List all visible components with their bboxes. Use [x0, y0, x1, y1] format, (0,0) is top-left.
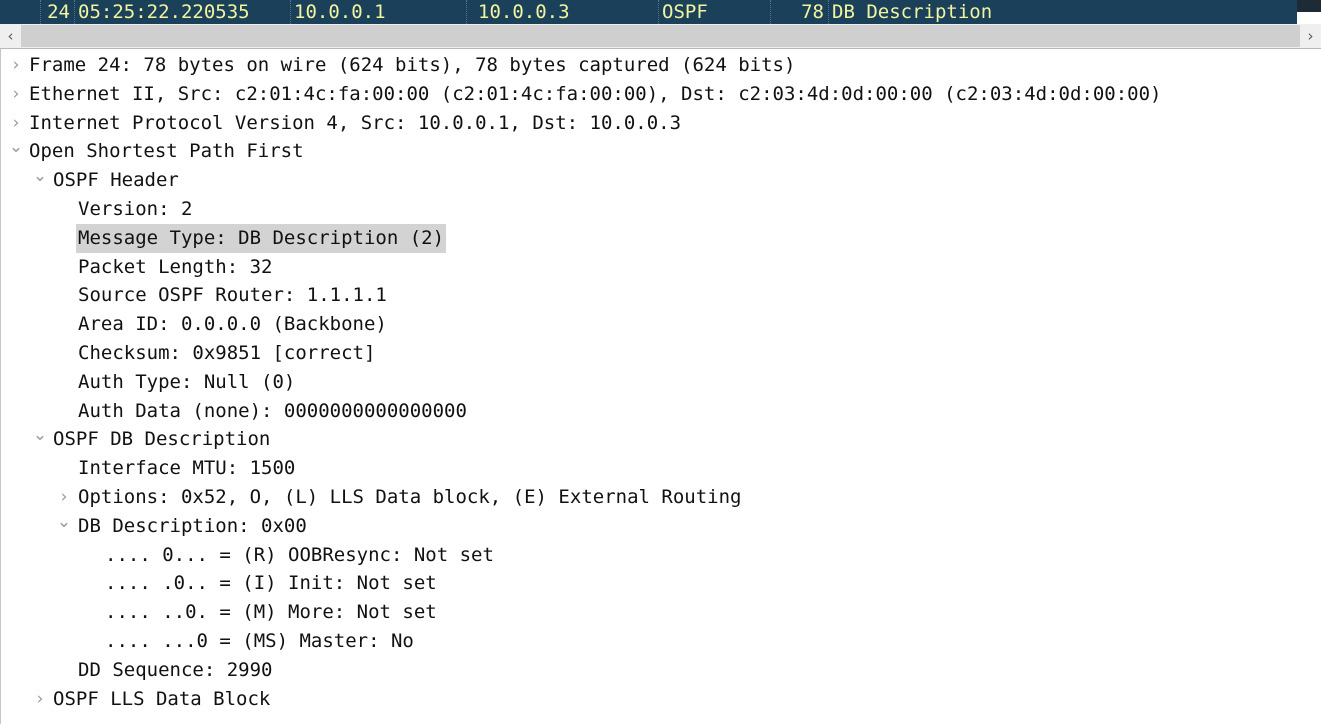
chevron-down-icon[interactable] — [55, 512, 73, 541]
chevron-left-icon[interactable]: ‹ — [0, 24, 21, 48]
column-divider[interactable] — [658, 0, 659, 24]
tree-row-label: Packet Length: 32 — [78, 255, 273, 278]
chevron-down-icon[interactable] — [31, 425, 49, 454]
tree-row-label: .... 0... = (R) OOBResync: Not set — [105, 543, 494, 566]
column-divider[interactable] — [290, 0, 291, 24]
tree-row[interactable]: Ethernet II, Src: c2:01:4c:fa:00:00 (c2:… — [1, 80, 1321, 109]
tree-row[interactable]: Packet Length: 32 — [1, 253, 1321, 282]
tree-row[interactable]: Auth Type: Null (0) — [1, 368, 1321, 397]
tree-row-label: Frame 24: 78 bytes on wire (624 bits), 7… — [29, 54, 796, 76]
packet-list-horizontal-scrollbar[interactable]: ‹ › — [0, 24, 1321, 49]
packet-source-cell: 10.0.0.1 — [294, 1, 386, 23]
tree-row-label: OSPF DB Description — [53, 428, 271, 451]
chevron-right-icon[interactable] — [7, 51, 25, 80]
tree-row-label: Version: 2 — [78, 197, 193, 220]
tree-row[interactable]: Internet Protocol Version 4, Src: 10.0.0… — [1, 109, 1321, 138]
tree-row-label: Internet Protocol Version 4, Src: 10.0.0… — [29, 111, 682, 134]
column-divider[interactable] — [40, 0, 41, 24]
scrollbar-thumb[interactable] — [1297, 0, 1321, 12]
tree-row-label: Area ID: 0.0.0.0 (Backbone) — [78, 313, 387, 336]
tree-row[interactable]: Source OSPF Router: 1.1.1.1 — [1, 281, 1321, 310]
tree-row-label: Source OSPF Router: 1.1.1.1 — [78, 284, 387, 307]
tree-row-label: Options: 0x52, O, (L) LLS Data block, (E… — [78, 485, 742, 508]
tree-row[interactable]: .... ..0. = (M) More: Not set — [1, 598, 1321, 627]
tree-row[interactable]: .... ...0 = (MS) Master: No — [1, 627, 1321, 656]
tree-row[interactable]: DD Sequence: 2990 — [1, 656, 1321, 685]
chevron-right-icon[interactable]: › — [1300, 24, 1321, 48]
packet-list[interactable]: 24 05:25:22.220535 10.0.0.1 10.0.0.3 OSP… — [0, 0, 1321, 24]
tree-row[interactable]: .... 0... = (R) OOBResync: Not set — [1, 541, 1321, 570]
tree-row-label: DB Description: 0x00 — [78, 514, 307, 537]
packet-length-cell: 78 — [801, 1, 824, 23]
tree-row[interactable]: DB Description: 0x00 — [1, 512, 1321, 541]
chevron-right-icon[interactable] — [31, 685, 49, 714]
tree-row[interactable]: OSPF DB Description — [1, 425, 1321, 454]
tree-row[interactable]: Interface MTU: 1500 — [1, 454, 1321, 483]
column-divider[interactable] — [74, 0, 75, 24]
chevron-right-icon[interactable] — [55, 483, 73, 512]
tree-row-label: Open Shortest Path First — [29, 140, 304, 163]
tree-row[interactable]: .... .0.. = (I) Init: Not set — [1, 569, 1321, 598]
packet-info-cell: DB Description — [832, 1, 993, 23]
tree-row[interactable]: Area ID: 0.0.0.0 (Backbone) — [1, 310, 1321, 339]
protocol-tree[interactable]: Frame 24: 78 bytes on wire (624 bits), 7… — [1, 49, 1321, 713]
tree-row[interactable]: Checksum: 0x9851 [correct] — [1, 339, 1321, 368]
tree-row[interactable]: OSPF Header — [1, 166, 1321, 195]
tree-row[interactable]: Version: 2 — [1, 195, 1321, 224]
tree-row-label: Checksum: 0x9851 [correct] — [78, 341, 376, 364]
tree-row-label: DD Sequence: 2990 — [78, 658, 273, 681]
column-divider[interactable] — [770, 0, 771, 24]
packet-time-cell: 05:25:22.220535 — [78, 1, 250, 23]
packet-no-cell: 24 — [47, 1, 70, 23]
chevron-right-icon[interactable] — [7, 109, 25, 138]
tree-row-label: Interface MTU: 1500 — [78, 457, 296, 480]
chevron-down-icon[interactable] — [7, 137, 25, 166]
tree-row[interactable]: Frame 24: 78 bytes on wire (624 bits), 7… — [1, 51, 1321, 80]
packet-protocol-cell: OSPF — [662, 1, 708, 23]
tree-row-label: Message Type: DB Description (2) — [76, 223, 447, 253]
chevron-right-icon[interactable] — [7, 80, 25, 109]
tree-row-label: Auth Type: Null (0) — [78, 370, 296, 393]
packet-destination-cell: 10.0.0.3 — [478, 1, 570, 23]
tree-row-label: OSPF Header — [53, 169, 179, 192]
column-divider[interactable] — [828, 0, 829, 24]
chevron-down-icon[interactable] — [31, 166, 49, 195]
tree-row[interactable]: Open Shortest Path First — [1, 137, 1321, 166]
tree-row[interactable]: Auth Data (none): 0000000000000000 — [1, 397, 1321, 426]
tree-row-label: Auth Data (none): 0000000000000000 — [78, 399, 467, 422]
tree-row[interactable]: OSPF LLS Data Block — [1, 685, 1321, 714]
packet-detail-pane[interactable]: Frame 24: 78 bytes on wire (624 bits), 7… — [0, 49, 1321, 724]
tree-row-label: OSPF LLS Data Block — [53, 687, 271, 710]
column-divider[interactable] — [466, 0, 467, 24]
tree-row-label: Ethernet II, Src: c2:01:4c:fa:00:00 (c2:… — [29, 82, 1162, 105]
packet-list-vertical-scrollbar[interactable] — [1297, 0, 1321, 24]
tree-row-label: .... ...0 = (MS) Master: No — [105, 629, 414, 652]
tree-row-label: .... .0.. = (I) Init: Not set — [105, 572, 437, 595]
packet-list-row-selected[interactable]: 24 05:25:22.220535 10.0.0.1 10.0.0.3 OSP… — [0, 0, 1297, 24]
tree-row-label: .... ..0. = (M) More: Not set — [105, 601, 437, 624]
tree-row[interactable]: Options: 0x52, O, (L) LLS Data block, (E… — [1, 483, 1321, 512]
scrollbar-trough[interactable] — [21, 25, 1300, 47]
tree-row[interactable]: Message Type: DB Description (2) — [1, 223, 1321, 253]
